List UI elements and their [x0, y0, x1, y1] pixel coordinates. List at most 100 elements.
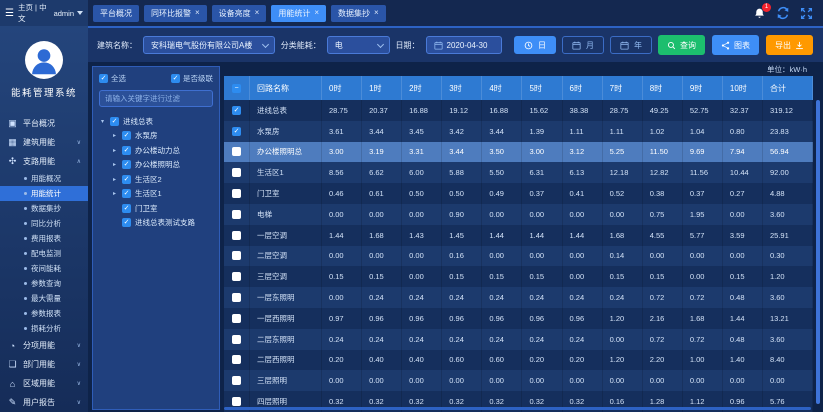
- tab[interactable]: 数据集抄×: [331, 5, 386, 22]
- tree-filter-input[interactable]: [99, 90, 213, 107]
- tree-node[interactable]: ▸✓办公楼照明总: [99, 158, 213, 173]
- tree-node[interactable]: ▸✓办公楼动力总: [99, 143, 213, 158]
- sidebar-item[interactable]: 最大需量: [0, 291, 88, 306]
- granularity-button[interactable]: 日: [514, 36, 556, 54]
- close-tab-icon[interactable]: ×: [195, 9, 200, 17]
- row-checkbox[interactable]: [232, 210, 241, 219]
- row-checkbox[interactable]: [232, 314, 241, 323]
- table-row[interactable]: 三层照明0.000.000.000.000.000.000.000.000.00…: [224, 370, 813, 391]
- sidebar-group[interactable]: ▦建筑用能∨: [0, 133, 88, 152]
- refresh-icon[interactable]: [776, 6, 790, 20]
- tree-node[interactable]: ✓进线总表测试支路: [99, 216, 213, 231]
- row-checkbox[interactable]: [232, 168, 241, 177]
- close-tab-icon[interactable]: ×: [255, 9, 260, 17]
- fullscreen-icon[interactable]: [800, 7, 813, 20]
- sidebar-item[interactable]: 参数查询: [0, 276, 88, 291]
- table-row[interactable]: 门卫室0.460.610.500.500.490.370.410.520.380…: [224, 183, 813, 204]
- tree-checkbox[interactable]: ✓: [122, 146, 131, 155]
- sidebar-item[interactable]: 用能概况: [0, 171, 88, 186]
- close-tab-icon[interactable]: ×: [374, 9, 379, 17]
- caret-down-icon[interactable]: ▾: [99, 118, 106, 125]
- caret-right-icon[interactable]: ▸: [111, 132, 118, 139]
- sidebar-group[interactable]: ◔分项用能∨: [0, 336, 88, 355]
- row-checkbox[interactable]: [232, 189, 241, 198]
- tree-node[interactable]: ✓门卫室: [99, 201, 213, 216]
- tree-checkbox[interactable]: ✓: [122, 204, 131, 213]
- close-tab-icon[interactable]: ×: [314, 9, 319, 17]
- tree-checkbox[interactable]: ✓: [122, 189, 131, 198]
- sidebar-group[interactable]: ⌂区域用能∨: [0, 374, 88, 393]
- tree-checkbox[interactable]: ✓: [122, 218, 131, 227]
- caret-right-icon[interactable]: ▸: [111, 147, 118, 154]
- tab[interactable]: 同环比报警×: [144, 5, 207, 22]
- sidebar-group[interactable]: ✣支路用能∧: [0, 152, 88, 171]
- category-select[interactable]: 电: [327, 36, 390, 54]
- caret-right-icon[interactable]: ▸: [111, 176, 118, 183]
- tree-node[interactable]: ▸✓水泵房: [99, 129, 213, 144]
- tree-checkbox[interactable]: ✓: [122, 175, 131, 184]
- tree-node-root[interactable]: ▾✓进线总表: [99, 114, 213, 129]
- vertical-scrollbar[interactable]: [816, 100, 820, 404]
- tree-checkbox[interactable]: ✓: [122, 160, 131, 169]
- row-checkbox[interactable]: ✓: [232, 106, 241, 115]
- select-all-toggle[interactable]: ✓ 全选: [99, 73, 126, 84]
- caret-right-icon[interactable]: ▸: [111, 190, 118, 197]
- home-language-link[interactable]: 主页 | 中文: [18, 2, 50, 24]
- user-menu[interactable]: admin: [54, 9, 83, 18]
- sidebar-item[interactable]: 用能统计: [0, 186, 88, 201]
- table-row[interactable]: 生活区18.566.626.005.885.506.316.1312.1812.…: [224, 162, 813, 183]
- granularity-button[interactable]: 年: [610, 36, 652, 54]
- table-row[interactable]: ✓进线总表28.7520.3716.8819.1216.8815.6238.38…: [224, 100, 813, 121]
- select-all-rows-checkbox[interactable]: −: [232, 84, 241, 93]
- table-row[interactable]: 三层空调0.150.150.000.150.150.150.000.150.15…: [224, 266, 813, 287]
- granularity-button[interactable]: 月: [562, 36, 604, 54]
- tree-checkbox[interactable]: ✓: [122, 131, 131, 140]
- table-row[interactable]: 二层空调0.000.000.000.160.000.000.000.140.00…: [224, 246, 813, 267]
- building-select[interactable]: 安科瑞电气股份有限公司A楼: [143, 36, 275, 54]
- table-row[interactable]: ✓水泵房3.613.443.453.423.441.391.111.111.02…: [224, 121, 813, 142]
- sidebar-group[interactable]: ❏部门用能∨: [0, 355, 88, 374]
- table-row[interactable]: 二层东照明0.240.240.240.240.240.240.240.000.7…: [224, 329, 813, 350]
- sidebar-item[interactable]: 费用报表: [0, 231, 88, 246]
- table-row[interactable]: 一层东照明0.000.240.240.240.240.240.240.240.7…: [224, 287, 813, 308]
- select-all-checkbox[interactable]: ✓: [99, 74, 108, 83]
- row-checkbox[interactable]: ✓: [232, 127, 241, 136]
- tab[interactable]: 设备亮度×: [212, 5, 267, 22]
- tree-checkbox[interactable]: ✓: [110, 117, 119, 126]
- table-row[interactable]: 一层空调1.441.681.431.451.441.441.441.684.55…: [224, 225, 813, 246]
- sidebar-item[interactable]: 损耗分析: [0, 321, 88, 336]
- sidebar-group[interactable]: ▣平台概况: [0, 114, 88, 133]
- tree-node[interactable]: ▸✓生活区1: [99, 187, 213, 202]
- table-row[interactable]: 一层西照明0.970.960.960.960.960.960.961.202.1…: [224, 308, 813, 329]
- date-input[interactable]: 2020-04-30: [426, 36, 502, 54]
- query-button[interactable]: 查询: [658, 35, 705, 55]
- sidebar-item[interactable]: 同比分析: [0, 216, 88, 231]
- sidebar-item[interactable]: 配电监测: [0, 246, 88, 261]
- row-checkbox[interactable]: [232, 376, 241, 385]
- tree-node[interactable]: ▸✓生活区2: [99, 172, 213, 187]
- row-checkbox[interactable]: [232, 251, 241, 260]
- row-checkbox[interactable]: [232, 293, 241, 302]
- row-checkbox[interactable]: [232, 397, 241, 406]
- table-row[interactable]: 办公楼照明总3.003.193.313.443.503.003.125.2511…: [224, 142, 813, 163]
- horizontal-scrollbar[interactable]: [224, 407, 811, 410]
- cascade-checkbox[interactable]: ✓: [171, 74, 180, 83]
- row-checkbox[interactable]: [232, 147, 241, 156]
- row-checkbox[interactable]: [232, 335, 241, 344]
- tab[interactable]: 用能统计×: [271, 5, 326, 22]
- sidebar-item[interactable]: 夜间能耗: [0, 261, 88, 276]
- row-checkbox[interactable]: [232, 231, 241, 240]
- sidebar-group[interactable]: ✎用户报告∨: [0, 393, 88, 412]
- sidebar-item[interactable]: 参数报表: [0, 306, 88, 321]
- hamburger-icon[interactable]: ☰: [5, 8, 14, 19]
- tab[interactable]: 平台概况: [93, 5, 139, 22]
- chart-button[interactable]: 图表: [712, 35, 759, 55]
- table-row[interactable]: 二层西照明0.200.400.400.600.600.200.201.202.2…: [224, 350, 813, 371]
- notification-bell-icon[interactable]: 1: [753, 7, 766, 20]
- row-checkbox[interactable]: [232, 355, 241, 364]
- sidebar-item[interactable]: 数据集抄: [0, 201, 88, 216]
- row-checkbox[interactable]: [232, 272, 241, 281]
- cascade-toggle[interactable]: ✓ 是否级联: [171, 73, 213, 84]
- table-row[interactable]: 电梯0.000.000.000.900.000.000.000.000.751.…: [224, 204, 813, 225]
- caret-right-icon[interactable]: ▸: [111, 161, 118, 168]
